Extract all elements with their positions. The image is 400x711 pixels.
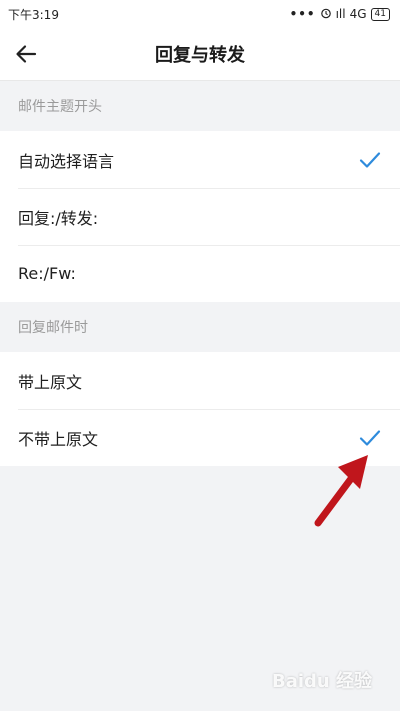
alarm-icon — [320, 7, 332, 22]
option-row[interactable]: 自动选择语言 — [0, 131, 400, 188]
checkmark-icon — [358, 148, 382, 172]
notification-dots: ••• — [289, 7, 316, 21]
option-label: 自动选择语言 — [18, 151, 115, 171]
status-bar: 下午3:19 ••• ıll 4G 41 — [0, 0, 400, 28]
app-bar: 回复与转发 — [0, 28, 400, 81]
option-row[interactable]: 不带上原文 — [0, 409, 400, 466]
page-title: 回复与转发 — [155, 45, 245, 66]
option-row[interactable]: Re:/Fw: — [0, 245, 400, 302]
back-arrow-icon — [16, 45, 37, 63]
option-row[interactable]: 带上原文 — [0, 352, 400, 409]
option-label: 带上原文 — [18, 372, 83, 392]
option-group: 带上原文 不带上原文 — [0, 352, 400, 466]
settings-list: 邮件主题开头自动选择语言 回复:/转发: Re:/Fw: 回复邮件时带上原文不带上原文 — [0, 81, 400, 466]
option-label: 回复:/转发: — [18, 208, 99, 228]
section-header: 回复邮件时 — [0, 302, 400, 352]
watermark-logo: Baidu 经验 — [271, 671, 372, 692]
checkmark-icon — [358, 426, 382, 450]
option-row[interactable]: 回复:/转发: — [0, 188, 400, 245]
option-group: 自动选择语言 回复:/转发: Re:/Fw: — [0, 131, 400, 302]
section-header: 邮件主题开头 — [0, 81, 400, 131]
battery-level: 41 — [374, 8, 386, 19]
option-label: Re:/Fw: — [18, 264, 76, 283]
network-type: 4G — [349, 7, 367, 21]
battery-icon: 41 — [370, 7, 390, 21]
status-time: 下午3:19 — [8, 7, 59, 22]
option-label: 不带上原文 — [18, 429, 99, 449]
back-button[interactable] — [12, 40, 40, 68]
status-icons: ••• ıll 4G 41 — [290, 7, 390, 22]
signal-icon: ıll — [335, 7, 346, 21]
